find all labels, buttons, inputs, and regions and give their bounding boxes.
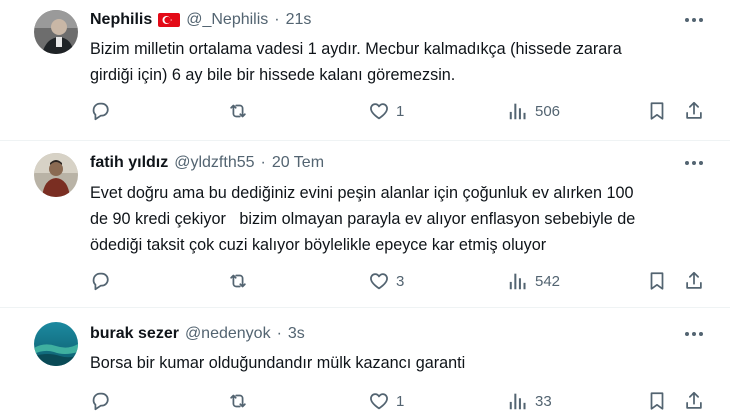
more-icon[interactable] — [683, 323, 705, 345]
retweet-button[interactable] — [227, 100, 249, 122]
reply-button[interactable] — [89, 100, 111, 122]
bookmark-button[interactable] — [646, 270, 668, 292]
retweet-button[interactable] — [227, 390, 249, 412]
display-name[interactable]: Nephilis — [90, 11, 152, 29]
tweet-3[interactable]: burak sezer @nedenyok · 3s Borsa bir kum… — [0, 308, 730, 420]
action-bar: 1 33 — [0, 390, 730, 414]
avatar[interactable] — [34, 322, 78, 366]
action-bar: 1 506 — [0, 100, 730, 124]
reply-button[interactable] — [89, 390, 111, 412]
view-count: 506 — [535, 102, 561, 120]
tweet-text: Borsa bir kumar olduğundandır mülk kazan… — [90, 350, 715, 376]
display-name[interactable]: burak sezer — [90, 325, 179, 343]
tweet-2[interactable]: fatih yıldız @yldzfth55 · 20 Tem Evet do… — [0, 141, 730, 305]
tweet-header: burak sezer @nedenyok · 3s — [90, 323, 305, 345]
retweet-button[interactable] — [227, 270, 249, 292]
bookmark-icon — [650, 272, 664, 290]
bookmark-button[interactable] — [646, 100, 668, 122]
more-icon[interactable] — [683, 152, 705, 174]
retweet-icon — [230, 274, 246, 288]
action-bar: 3 542 — [0, 270, 730, 294]
display-name[interactable]: fatih yıldız — [90, 154, 168, 172]
like-count: 1 — [396, 102, 405, 120]
retweet-icon — [230, 394, 246, 408]
timestamp[interactable]: 3s — [288, 325, 305, 343]
tweet-text-line: Bizim milletin ortalama vadesi 1 aydır. … — [90, 40, 622, 58]
share-icon — [686, 101, 702, 119]
views-button[interactable]: 542 — [507, 270, 560, 292]
share-button[interactable] — [683, 270, 705, 292]
reply-icon — [92, 102, 109, 121]
bookmark-button[interactable] — [646, 390, 668, 412]
retweet-icon — [230, 104, 246, 118]
user-handle[interactable]: @_Nephilis — [186, 11, 268, 29]
tweet-text-line: Borsa bir kumar olduğundandır mülk kazan… — [90, 354, 466, 372]
avatar[interactable] — [34, 153, 78, 197]
share-button[interactable] — [683, 100, 705, 122]
tweet-text: Evet doğru ama bu dediğiniz evini peşin … — [90, 180, 715, 258]
heart-icon — [370, 273, 388, 290]
reply-icon — [92, 392, 109, 411]
timestamp[interactable]: 20 Tem — [272, 154, 324, 172]
view-count: 33 — [535, 392, 552, 410]
like-count: 3 — [396, 272, 405, 290]
turkey-flag-icon — [158, 13, 181, 27]
share-button[interactable] — [683, 390, 705, 412]
tweet-text-line: de 90 kredi çekiyor bizim olmayan parayl… — [90, 210, 636, 228]
like-button[interactable]: 3 — [368, 270, 404, 292]
user-handle[interactable]: @nedenyok — [185, 325, 271, 343]
like-button[interactable]: 1 — [368, 100, 404, 122]
tweet-text-line: Evet doğru ama bu dediğiniz evini peşin … — [90, 184, 634, 202]
separator-dot: · — [274, 11, 280, 28]
tweet-text-line: girdiği için) 6 ay bile bir hissede kala… — [90, 66, 456, 84]
separator-dot: · — [276, 325, 282, 342]
heart-icon — [370, 393, 388, 410]
separator-dot: · — [260, 154, 266, 171]
like-count: 1 — [396, 392, 405, 410]
share-icon — [686, 271, 702, 289]
heart-icon — [370, 103, 388, 120]
tweet-text-line: ödediği taksit çok cuzi kalıyor böylelik… — [90, 236, 547, 254]
share-icon — [686, 391, 702, 409]
views-button[interactable]: 506 — [507, 100, 560, 122]
more-icon[interactable] — [683, 9, 705, 31]
like-button[interactable]: 1 — [368, 390, 404, 412]
bookmark-icon — [650, 392, 664, 410]
tweet-header: Nephilis @_Nephilis · 21s — [90, 9, 311, 31]
user-handle[interactable]: @yldzfth55 — [174, 154, 254, 172]
tweet-text: Bizim milletin ortalama vadesi 1 aydır. … — [90, 36, 715, 88]
view-count: 542 — [535, 272, 561, 290]
timestamp[interactable]: 21s — [286, 11, 312, 29]
tweet-header: fatih yıldız @yldzfth55 · 20 Tem — [90, 152, 324, 174]
tweet-1[interactable]: Nephilis @_Nephilis · 21s Bizim milletin… — [0, 0, 730, 140]
views-button[interactable]: 33 — [507, 390, 552, 412]
avatar[interactable] — [34, 10, 78, 54]
views-icon — [509, 393, 526, 410]
bookmark-icon — [650, 102, 664, 120]
views-icon — [509, 273, 526, 290]
reply-button[interactable] — [89, 270, 111, 292]
reply-icon — [92, 272, 109, 291]
views-icon — [509, 103, 526, 120]
